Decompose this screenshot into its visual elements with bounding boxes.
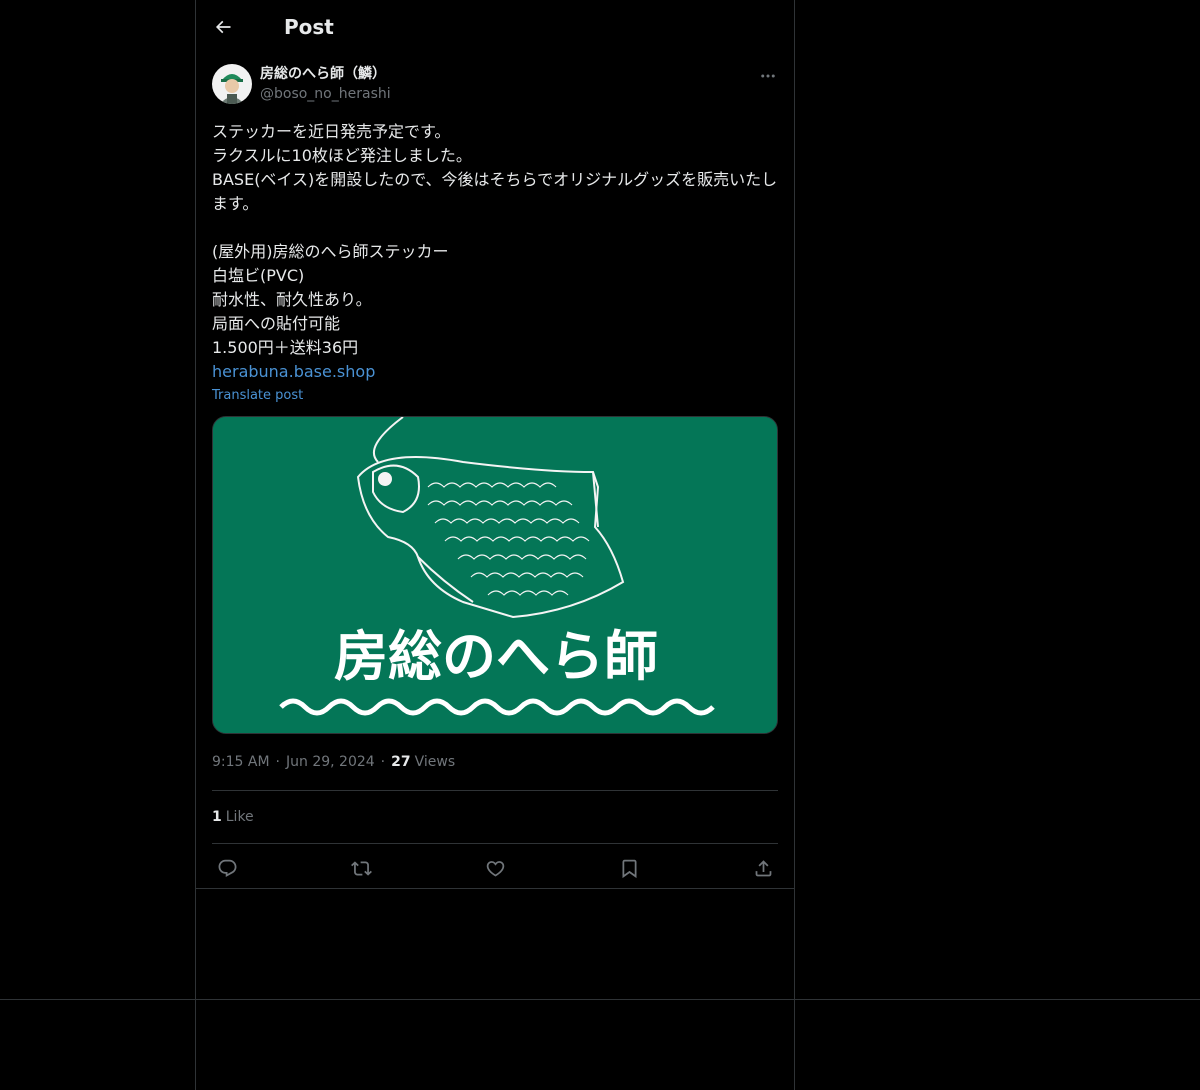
likes-count[interactable]: 1 bbox=[212, 809, 222, 825]
post-text-line: 白塩ビ(PVC) bbox=[212, 266, 305, 285]
post-image[interactable]: 房総のへら師 bbox=[212, 416, 778, 734]
avatar[interactable] bbox=[212, 64, 252, 104]
author-row: 房総のへら師（鱗） @boso_no_herashi bbox=[212, 64, 778, 108]
post-text-line: ラクスルに10枚ほど発注しました。 bbox=[212, 146, 472, 165]
post-text-line bbox=[212, 216, 778, 240]
sticker-image: 房総のへら師 bbox=[213, 417, 777, 733]
post-meta: 9:15 AM · Jun 29, 2024 · 27 Views bbox=[212, 750, 778, 774]
post-time[interactable]: 9:15 AM bbox=[212, 750, 270, 774]
like-button[interactable] bbox=[484, 857, 506, 879]
reply-icon bbox=[218, 859, 236, 877]
reply-button[interactable] bbox=[216, 857, 238, 879]
header: Post bbox=[196, 0, 794, 54]
page-divider bbox=[0, 999, 1200, 1000]
post-text-line: BASE(ベイス)を開設したので、今後はそちらでオリジナルグッズを販売いたします… bbox=[212, 170, 778, 213]
post-text: ステッカーを近日発売予定です。 ラクスルに10枚ほど発注しました。 BASE(ベ… bbox=[212, 120, 778, 408]
likes-summary: 1 Like bbox=[212, 791, 778, 843]
post-text-line: 耐水性、耐久性あり。 bbox=[212, 290, 372, 309]
views-label: Views bbox=[414, 754, 456, 770]
author-info: 房総のへら師（鱗） @boso_no_herashi bbox=[260, 64, 391, 104]
post-date[interactable]: Jun 29, 2024 bbox=[286, 750, 375, 774]
bookmark-icon bbox=[622, 859, 636, 878]
author-handle[interactable]: @boso_no_herashi bbox=[260, 84, 391, 104]
repost-button[interactable] bbox=[350, 857, 372, 879]
sticker-caption: 房総のへら師 bbox=[334, 625, 658, 688]
back-button[interactable] bbox=[212, 16, 234, 38]
action-bar bbox=[212, 844, 778, 892]
repost-icon bbox=[350, 860, 372, 876]
author-display-name[interactable]: 房総のへら師（鱗） bbox=[260, 64, 391, 84]
arrow-left-icon bbox=[215, 20, 231, 34]
bookmark-button[interactable] bbox=[618, 857, 640, 879]
more-button[interactable] bbox=[758, 66, 778, 86]
shop-link[interactable]: herabuna.base.shop bbox=[212, 360, 778, 384]
views-count: 27 bbox=[391, 754, 411, 770]
heart-icon bbox=[486, 860, 504, 877]
translate-post-link[interactable]: Translate post bbox=[212, 384, 778, 408]
post-text-line: 局面への貼付可能 bbox=[212, 314, 341, 333]
avatar-image bbox=[212, 64, 252, 104]
main-column: Post 房総のへら師（鱗） @boso_no_herashi ステッカーを近日… bbox=[196, 0, 794, 892]
post-text-line: 1.500円＋送料36円 bbox=[212, 338, 359, 357]
more-horizontal-icon bbox=[761, 74, 775, 78]
likes-label[interactable]: Like bbox=[226, 809, 254, 825]
share-button[interactable] bbox=[752, 857, 774, 879]
post: 房総のへら師（鱗） @boso_no_herashi ステッカーを近日発売予定で… bbox=[196, 54, 794, 892]
column-border-right bbox=[794, 0, 795, 1090]
post-text-line: (屋外用)房総のへら師ステッカー bbox=[212, 242, 449, 261]
post-bottom-border bbox=[196, 888, 794, 889]
post-text-line: ステッカーを近日発売予定です。 bbox=[212, 122, 451, 141]
page-title: Post bbox=[284, 15, 334, 39]
page: Post 房総のへら師（鱗） @boso_no_herashi ステッカーを近日… bbox=[0, 0, 1200, 1090]
share-icon bbox=[755, 859, 771, 876]
